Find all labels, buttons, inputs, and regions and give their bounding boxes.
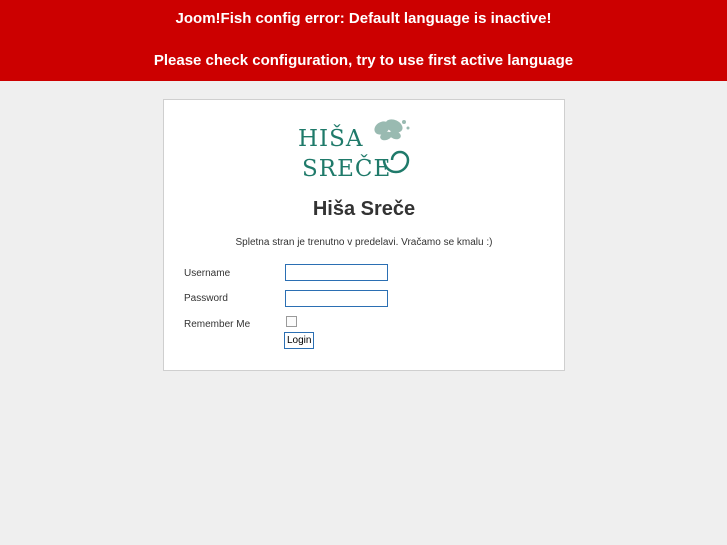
butterfly-icon (374, 119, 410, 141)
error-banner: Joom!Fish config error: Default language… (0, 0, 727, 81)
login-button[interactable]: Login (284, 332, 315, 349)
username-label: Username (184, 268, 231, 279)
remember-me-label: Remember Me (184, 319, 251, 330)
remember-me-checkbox[interactable] (286, 316, 297, 327)
site-logo: HIŠA SREČE (298, 119, 410, 182)
username-input[interactable] (285, 264, 388, 281)
error-message-detail: Please check configuration, try to use f… (153, 52, 574, 69)
logo-text-bottom: SREČE (302, 155, 391, 182)
logo-text-top: HIŠA (298, 125, 364, 152)
error-message-title: Joom!Fish config error: Default language… (175, 10, 552, 27)
password-label: Password (184, 293, 228, 304)
offline-message: Spletna stran je trenutno v predelavi. V… (235, 237, 493, 248)
login-frame: HIŠA SREČE Hiša Sreče Spletna stran je t… (163, 99, 565, 371)
site-title: Hiša Sreče (312, 198, 416, 220)
password-input[interactable] (285, 290, 388, 307)
